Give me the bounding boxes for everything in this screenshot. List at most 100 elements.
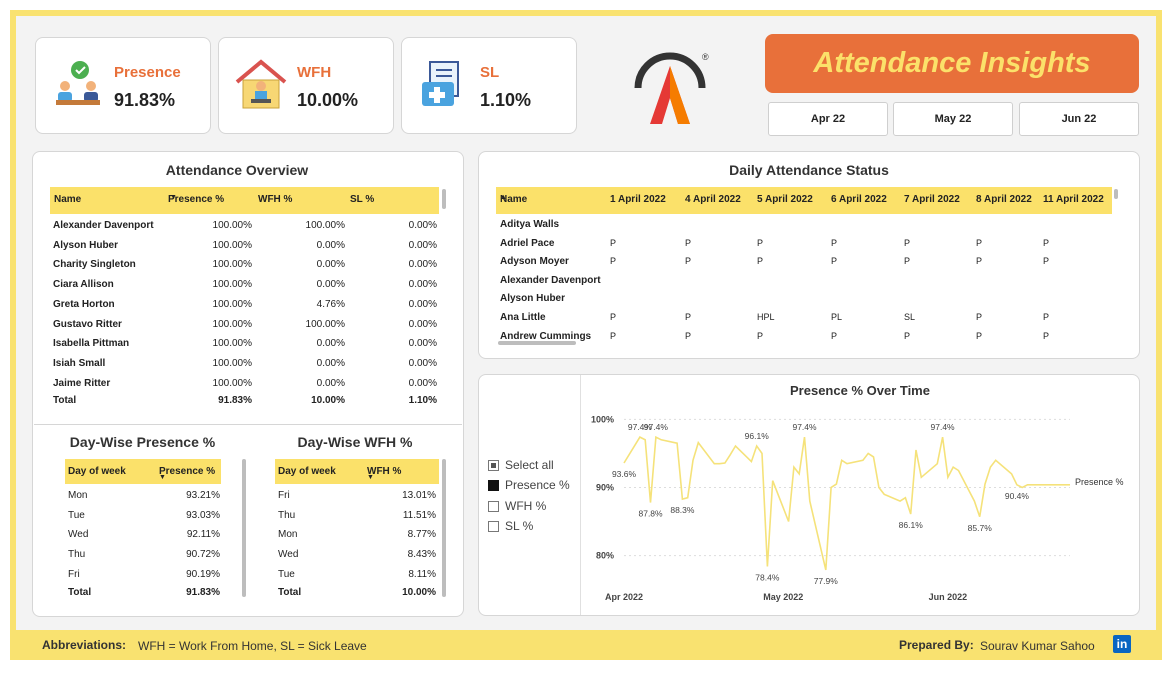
chart-title: Presence % Over Time — [790, 383, 930, 398]
status-cell: P — [610, 237, 617, 248]
data-label: 97.4% — [931, 422, 956, 432]
month-button-jun[interactable]: Jun 22 — [1019, 102, 1139, 136]
status-cell: P — [685, 237, 692, 248]
y-tick-label: 90% — [596, 482, 614, 492]
col-header-day[interactable]: Day of week — [68, 466, 126, 477]
col-header-date[interactable]: 7 April 2022 — [904, 194, 960, 205]
kpi-card-presence: Presence 91.83% — [35, 37, 211, 134]
row-label: Adriel Pace — [500, 237, 555, 249]
row-label: Thu — [278, 509, 296, 521]
table-row: Adyson Moyer P P P P P P P — [0, 256, 1140, 272]
slicer-presence[interactable]: Presence % — [488, 478, 570, 492]
data-label: 88.3% — [670, 505, 695, 515]
chart-series-label: Presence % — [1075, 477, 1124, 487]
col-header-presence-pct[interactable]: Presence % — [159, 466, 215, 477]
col-header-date[interactable]: 1 April 2022 — [610, 194, 666, 205]
sort-asc-icon: ▲ — [500, 194, 507, 201]
cell-value: 8.11% — [408, 568, 436, 580]
slicer-label: SL % — [505, 519, 534, 533]
abbreviations-label: Abbreviations: — [42, 638, 127, 652]
medical-folder-icon — [422, 61, 459, 106]
col-header-sl[interactable]: SL % — [350, 194, 374, 205]
table-row: Tue 8.11% — [0, 569, 460, 585]
row-label: Fri — [278, 490, 290, 501]
slicer-label: Presence % — [505, 478, 570, 492]
col-header-name[interactable]: Name — [54, 194, 81, 205]
cell-value: 0.00% — [408, 377, 437, 389]
slicer-wfh[interactable]: WFH % — [488, 499, 546, 513]
col-header-date[interactable]: 4 April 2022 — [685, 194, 741, 205]
table-total-row: Total 10.00% — [0, 587, 460, 603]
chart-y-axis: 80% 90% 100% — [591, 414, 614, 560]
col-header-date[interactable]: 11 April 2022 — [1043, 194, 1104, 205]
daywise-presence-title: Day-Wise Presence % — [69, 434, 216, 450]
status-cell: P — [757, 330, 764, 341]
month-button-apr[interactable]: Apr 22 — [768, 102, 888, 136]
table-row: Wed 8.43% — [0, 549, 460, 565]
daily-status-scrollbar-h[interactable] — [498, 341, 576, 345]
footer-bar: Abbreviations: WFH = Work From Home, SL … — [10, 630, 1162, 660]
daywise-wfh-header: Day of week WFH % ▼ — [275, 459, 439, 484]
col-header-date[interactable]: 5 April 2022 — [757, 194, 813, 205]
slicer-sl[interactable]: SL % — [488, 519, 533, 533]
x-tick-label: Apr 2022 — [605, 592, 643, 602]
overview-scrollbar[interactable] — [442, 189, 446, 209]
col-header-wfh[interactable]: WFH % — [258, 194, 292, 205]
kpi-wfh-label: WFH — [297, 64, 332, 81]
table-row: Jaime Ritter 100.00% 0.00% 0.00% — [0, 378, 460, 394]
status-cell: P — [610, 330, 617, 341]
row-label: Jaime Ritter — [53, 377, 111, 389]
data-label: 93.6% — [612, 469, 637, 479]
linkedin-icon[interactable]: in — [1113, 635, 1131, 653]
overview-table-header: Name Presence % ▼ WFH % SL % — [50, 187, 439, 214]
meeting-people-icon — [56, 61, 100, 105]
cell-value: 91.83% — [218, 395, 252, 406]
row-label: Alexander Davenport — [500, 274, 601, 286]
checkbox-checked-icon[interactable] — [488, 479, 499, 491]
checkbox-partial-icon[interactable] — [488, 459, 499, 471]
x-tick-label: Jun 2022 — [929, 592, 968, 602]
table-row: Mon 8.77% — [0, 529, 460, 545]
data-label: 97.4% — [644, 422, 669, 432]
daily-status-title: Daily Attendance Status — [729, 162, 889, 178]
chart-series — [623, 435, 1070, 571]
slicer-label: WFH % — [505, 499, 547, 513]
month-button-may[interactable]: May 22 — [893, 102, 1013, 136]
status-cell: SL — [904, 312, 916, 322]
daily-status-scrollbar-v[interactable] — [1114, 189, 1118, 199]
status-cell: P — [831, 256, 838, 267]
slicer-select-all[interactable]: Select all — [488, 458, 554, 472]
sort-desc-icon: ▼ — [170, 194, 177, 201]
cell-value: 100.00% — [212, 357, 252, 369]
status-cell: P — [610, 256, 617, 267]
col-header-day[interactable]: Day of week — [278, 466, 336, 477]
prepared-by-label: Prepared By: — [899, 638, 974, 652]
status-cell: P — [1043, 312, 1050, 322]
data-label: 96.1% — [745, 431, 770, 441]
table-row: Aditya Walls — [0, 219, 1140, 235]
status-cell: P — [1043, 330, 1050, 341]
abbreviations-text: WFH = Work From Home, SL = Sick Leave — [138, 639, 367, 653]
col-header-date[interactable]: 6 April 2022 — [831, 194, 887, 205]
brand-logo: ® — [634, 52, 709, 124]
chart-data-labels: 93.6% 97.4% 87.8% 97.4% 88.3% 96.1% 78.4% 97.4%… — [612, 422, 1029, 586]
row-label: Andrew Cummings — [500, 330, 592, 342]
row-label: Wed — [278, 549, 299, 561]
kpi-card-sl: SL 1.10% — [401, 37, 577, 134]
presence-series-line — [623, 435, 1070, 571]
row-label: Isiah Small — [53, 357, 106, 369]
x-tick-label: May 2022 — [763, 592, 803, 602]
status-cell: HPL — [757, 312, 775, 322]
status-cell: P — [1043, 237, 1050, 248]
y-tick-label: 100% — [591, 414, 614, 424]
daywise-wfh-title: Day-Wise WFH % — [297, 434, 413, 450]
checkbox-unchecked-icon[interactable] — [488, 500, 499, 512]
data-label: 77.9% — [814, 576, 839, 586]
cell-value: 10.00% — [311, 395, 345, 406]
status-cell: P — [685, 330, 692, 341]
table-total-row: Total 91.83% 10.00% 1.10% — [0, 395, 460, 411]
checkbox-unchecked-icon[interactable] — [488, 520, 499, 532]
col-header-date[interactable]: 8 April 2022 — [976, 194, 1032, 205]
data-label: 78.4% — [755, 572, 780, 582]
cell-value: 8.77% — [407, 529, 436, 541]
